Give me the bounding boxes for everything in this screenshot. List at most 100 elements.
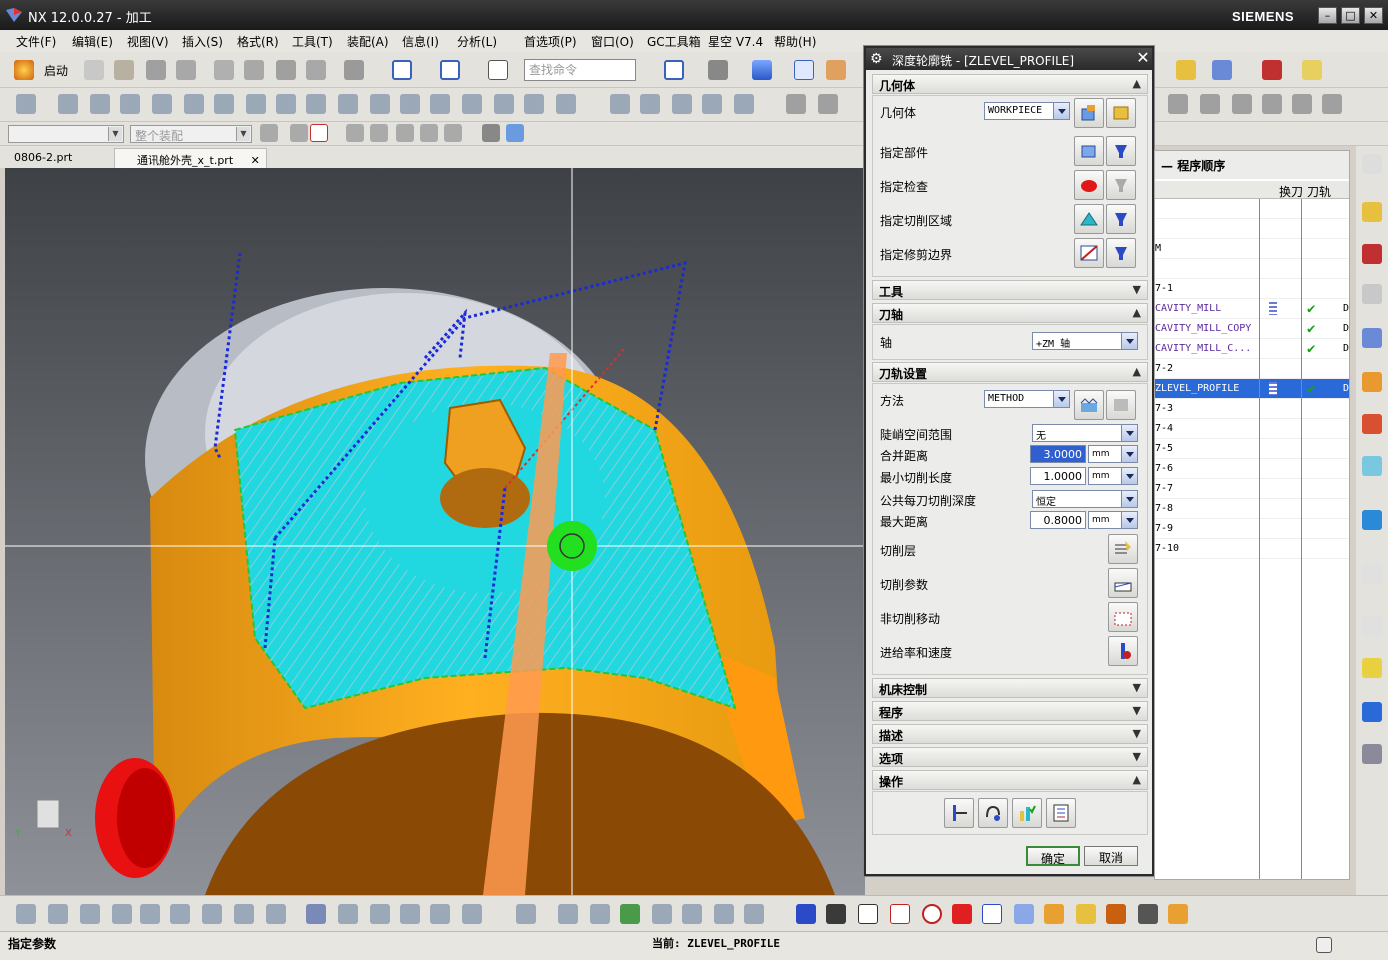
dialog-title-bar[interactable]: ⚙ 深度轮廓铣 - [ZLEVEL_PROFILE] ✕ bbox=[866, 48, 1152, 70]
cam-icon-20[interactable] bbox=[652, 904, 672, 924]
block-icon-2[interactable] bbox=[818, 94, 838, 114]
method-new-button[interactable] bbox=[1074, 390, 1104, 420]
selection-filter-icon[interactable] bbox=[260, 124, 278, 142]
generate-toolpath-icon[interactable] bbox=[796, 904, 816, 924]
navigator-row[interactable]: 7-6 bbox=[1155, 459, 1349, 479]
snap-end-icon[interactable] bbox=[370, 124, 388, 142]
navigator-row[interactable]: CAVITY_MILL_C... ✔ D bbox=[1155, 339, 1349, 359]
point-icon[interactable] bbox=[556, 94, 576, 114]
ruler-icon[interactable] bbox=[1076, 904, 1096, 924]
cam-icon-3[interactable] bbox=[80, 904, 100, 924]
cam-icon-14[interactable] bbox=[430, 904, 450, 924]
assembly-scope-combo[interactable]: 整个装配 ▼ bbox=[130, 125, 252, 143]
new-file-icon[interactable] bbox=[84, 60, 104, 80]
feature-icon-4[interactable] bbox=[1262, 94, 1282, 114]
close-icon[interactable]: ✕ bbox=[1134, 49, 1152, 67]
extract-icon[interactable] bbox=[370, 94, 390, 114]
output-cls-icon[interactable] bbox=[1044, 904, 1064, 924]
navigator-row[interactable]: 7-8 bbox=[1155, 499, 1349, 519]
start-icon[interactable] bbox=[14, 60, 34, 80]
chamfer-curve-icon[interactable] bbox=[702, 94, 722, 114]
clock-icon[interactable] bbox=[1362, 616, 1382, 636]
navigator-row[interactable] bbox=[1155, 259, 1349, 279]
list-button[interactable] bbox=[1046, 798, 1076, 828]
snap-mid-icon[interactable] bbox=[420, 124, 438, 142]
reuse-library-icon[interactable] bbox=[1362, 414, 1382, 434]
geometry-new-button[interactable] bbox=[1074, 98, 1104, 128]
feature-icon-6[interactable] bbox=[1322, 94, 1342, 114]
feature-icon-5[interactable] bbox=[1292, 94, 1312, 114]
min-cut-length-unit[interactable]: mm bbox=[1088, 467, 1138, 485]
tool-icon[interactable] bbox=[1176, 60, 1196, 80]
assembly-nav-icon[interactable] bbox=[1362, 202, 1382, 222]
list-toolpath-icon[interactable] bbox=[858, 904, 878, 924]
line-icon[interactable] bbox=[16, 94, 36, 114]
join-icon[interactable] bbox=[306, 94, 326, 114]
measure-icon[interactable] bbox=[1302, 60, 1322, 80]
menu-analysis[interactable]: 分析(L) bbox=[457, 33, 497, 50]
navigator-row[interactable]: 7-3 bbox=[1155, 399, 1349, 419]
wcs-icon[interactable] bbox=[392, 60, 412, 80]
undo-icon[interactable] bbox=[344, 60, 364, 80]
section-tool-axis[interactable]: 刀轴 ▲ bbox=[872, 303, 1148, 323]
min-cut-length-input[interactable]: 1.0000 bbox=[1030, 467, 1086, 485]
cam-icon-1[interactable] bbox=[16, 904, 36, 924]
section-icon[interactable] bbox=[400, 94, 420, 114]
machine-nav-icon[interactable] bbox=[1362, 372, 1382, 392]
settings-icon[interactable] bbox=[1362, 154, 1382, 174]
wireframe-icon[interactable] bbox=[794, 60, 814, 80]
section-program[interactable]: 程序 ▼ bbox=[872, 701, 1148, 721]
gear-icon[interactable]: ⚙ bbox=[870, 51, 886, 67]
menu-gc-toolbox[interactable]: GC工具箱 bbox=[647, 33, 701, 50]
col-toolchange[interactable]: 换刀 bbox=[1279, 183, 1303, 200]
feature-icon-3[interactable] bbox=[1232, 94, 1252, 114]
verify-toolpath-icon[interactable] bbox=[890, 904, 910, 924]
section-machine-control[interactable]: 机床控制 ▼ bbox=[872, 678, 1148, 698]
operation-nav-icon[interactable] bbox=[1362, 328, 1382, 348]
sketch-icon[interactable] bbox=[214, 94, 234, 114]
menu-format[interactable]: 格式(R) bbox=[237, 33, 279, 50]
col-toolpath[interactable]: 刀轨 bbox=[1307, 183, 1331, 200]
helix-icon[interactable] bbox=[120, 94, 140, 114]
ok-button[interactable]: 确定 bbox=[1026, 846, 1080, 866]
palette-icon[interactable] bbox=[1362, 658, 1382, 678]
section-options[interactable]: 选项 ▼ bbox=[872, 747, 1148, 767]
axis-icon[interactable] bbox=[1262, 60, 1282, 80]
generate-button[interactable] bbox=[944, 798, 974, 828]
paste-icon[interactable] bbox=[276, 60, 296, 80]
menu-assembly[interactable]: 装配(A) bbox=[347, 33, 389, 50]
feature-icon[interactable] bbox=[1168, 94, 1188, 114]
arc-icon[interactable] bbox=[90, 94, 110, 114]
full-screen-icon[interactable] bbox=[1316, 937, 1332, 953]
shade-icon[interactable] bbox=[482, 124, 500, 142]
cam-icon-6[interactable] bbox=[170, 904, 190, 924]
rectangle-icon[interactable] bbox=[494, 94, 514, 114]
menu-view[interactable]: 视图(V) bbox=[127, 33, 169, 50]
fit-view-icon[interactable] bbox=[664, 60, 684, 80]
tab-file-2[interactable]: 通讯舱外壳_x_t.prt ✕ bbox=[114, 148, 267, 168]
menu-help[interactable]: 帮助(H) bbox=[774, 33, 816, 50]
fillet-curve-icon[interactable] bbox=[672, 94, 692, 114]
cam-icon-18[interactable] bbox=[590, 904, 610, 924]
filter-type-combo[interactable]: ▼ bbox=[8, 125, 124, 143]
specify-part-button[interactable] bbox=[1074, 136, 1104, 166]
cut-depth-select[interactable]: 恒定 bbox=[1032, 490, 1138, 508]
max-distance-unit[interactable]: mm bbox=[1088, 511, 1138, 529]
display-part-button[interactable] bbox=[1106, 136, 1136, 166]
cut-levels-button[interactable] bbox=[1108, 534, 1138, 564]
section-geometry[interactable]: 几何体 ▲ bbox=[872, 74, 1148, 94]
trim-icon[interactable] bbox=[610, 94, 630, 114]
cam-icon-22[interactable] bbox=[714, 904, 734, 924]
replay-button[interactable] bbox=[978, 798, 1008, 828]
cam-icon-9[interactable] bbox=[266, 904, 286, 924]
merge-distance-input[interactable]: 3.0000 bbox=[1030, 445, 1086, 463]
geometry-select[interactable]: WORKPIECE bbox=[984, 102, 1070, 120]
batch-icon[interactable] bbox=[1014, 904, 1034, 924]
navigator-row[interactable]: CAVITY_MILL ✔ D bbox=[1155, 299, 1349, 319]
verify-button[interactable] bbox=[1012, 798, 1042, 828]
start-button[interactable]: 启动 bbox=[44, 62, 68, 79]
section-actions[interactable]: 操作 ▲ bbox=[872, 770, 1148, 790]
cam-icon-12[interactable] bbox=[370, 904, 390, 924]
menu-window[interactable]: 窗口(O) bbox=[591, 33, 634, 50]
system-scenes-icon[interactable] bbox=[1362, 744, 1382, 764]
